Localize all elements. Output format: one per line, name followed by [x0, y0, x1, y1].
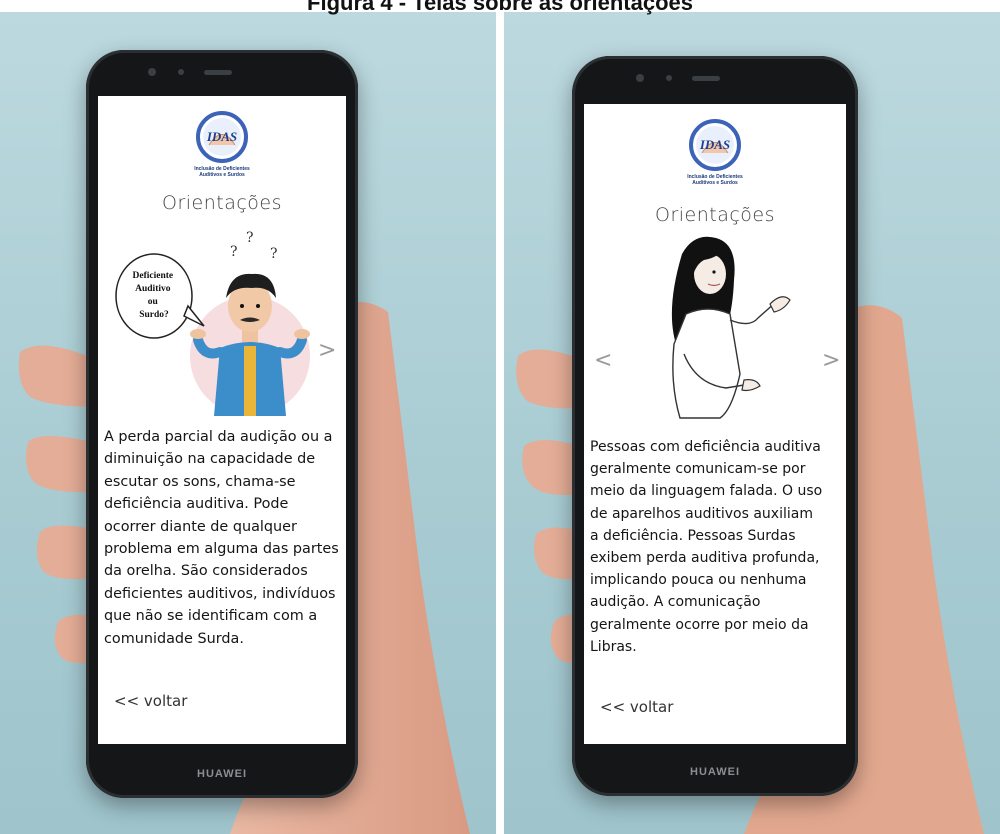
svg-text:?: ?	[230, 244, 238, 260]
speaker-icon	[692, 76, 720, 81]
phone-left: IDAS Inclusão de Deficientes Auditivos e…	[86, 50, 358, 798]
previous-arrow-button[interactable]: <	[594, 350, 612, 372]
phone-brand-label: HUAWEI	[690, 766, 740, 778]
orientation-text: A perda parcial da audição ou a diminuiç…	[104, 429, 339, 647]
phone-top-bezel	[86, 50, 358, 96]
svg-text:?: ?	[270, 246, 278, 262]
figure-caption: Figura 4 - Telas sobre as orientações	[307, 0, 693, 15]
back-button[interactable]: << voltar	[600, 698, 673, 716]
back-button[interactable]: << voltar	[114, 692, 187, 710]
phone-top-bezel	[572, 56, 858, 102]
photo-panel-left: IDAS Inclusão de Deficientes Auditivos e…	[0, 12, 496, 834]
phone-brand-label: HUAWEI	[197, 768, 247, 780]
svg-text:IDAS: IDAS	[206, 129, 237, 144]
front-camera-icon	[636, 74, 644, 82]
confused-man-illustration: Deficiente Auditivo ou Surdo? ? ? ?	[115, 230, 310, 416]
speaker-icon	[204, 70, 232, 75]
svg-text:?: ?	[246, 230, 254, 246]
logo-subtitle-line-2: Auditivos e Surdos	[692, 180, 738, 186]
idas-logo-icon: IDAS	[196, 111, 248, 163]
phone-right: IDAS Inclusão de Deficientes Auditivos e…	[572, 56, 858, 796]
next-arrow-button[interactable]: >	[822, 350, 840, 372]
front-camera-icon	[148, 68, 156, 76]
next-arrow-button[interactable]: >	[318, 340, 336, 362]
app-screen-left: IDAS Inclusão de Deficientes Auditivos e…	[98, 96, 346, 744]
sensor-icon	[178, 69, 184, 75]
woman-presenting-illustration	[671, 236, 791, 419]
sensor-icon	[666, 75, 672, 81]
logo-subtitle-line-2: Auditivos e Surdos	[199, 172, 245, 178]
page-title: Orientações	[654, 204, 776, 226]
logo-subtitle: Inclusão de Deficientes Auditivos e Surd…	[98, 166, 346, 178]
photo-panel-right: IDAS Inclusão de Deficientes Auditivos e…	[504, 12, 1000, 834]
orientation-text: Pessoas com deficiência auditiva geralme…	[590, 439, 823, 655]
app-screen-right: IDAS Inclusão de Deficientes Auditivos e…	[584, 104, 846, 744]
idas-logo-icon: IDAS	[689, 119, 741, 171]
page-title: Orientações	[161, 192, 283, 214]
svg-text:IDAS: IDAS	[699, 137, 730, 152]
logo-subtitle: Inclusão de Deficientes Auditivos e Surd…	[584, 174, 846, 186]
